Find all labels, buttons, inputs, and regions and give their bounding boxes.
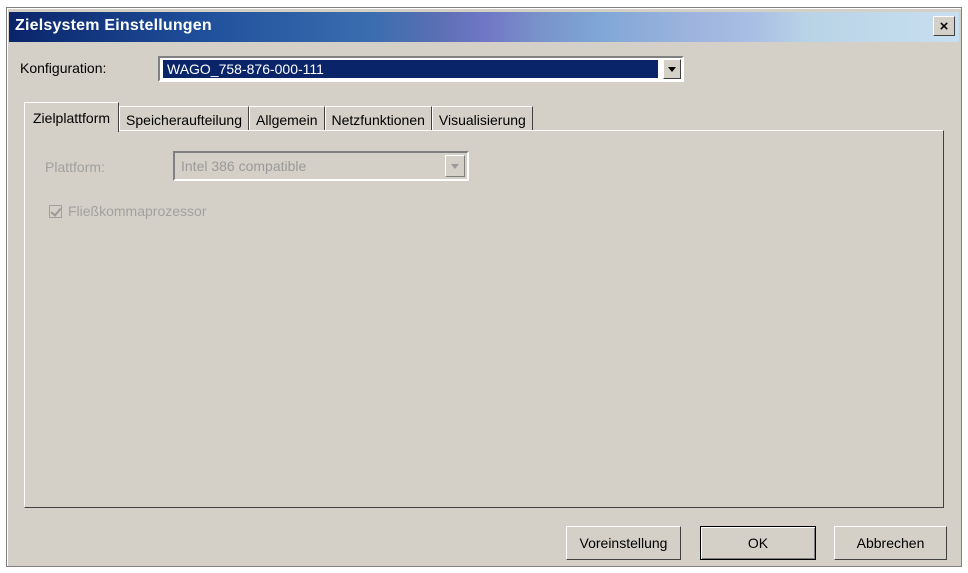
tab-visualisierung[interactable]: Visualisierung [431,106,533,132]
chevron-down-icon [668,66,676,72]
configuration-label: Konfiguration: [20,60,107,76]
platform-dropdown[interactable]: Intel 386 compatible [173,151,469,181]
fpu-checkbox[interactable] [49,204,62,218]
title-bar[interactable]: Zielsystem Einstellungen × [9,12,959,42]
tab-speicheraufteilung[interactable]: Speicheraufteilung [119,106,250,132]
fpu-checkbox-row[interactable]: Fließkommaprozessor [49,203,206,219]
tab-label: Speicheraufteilung [126,111,243,128]
tab-netzfunktionen[interactable]: Netzfunktionen [324,106,432,132]
fpu-label: Fließkommaprozessor [68,203,207,219]
tab-zielplattform[interactable]: Zielplattform [24,102,120,132]
preset-button[interactable]: Voreinstellung [566,526,681,560]
configuration-value: WAGO_758-876-000-111 [163,60,658,78]
platform-label: Plattform: [45,159,105,175]
window-title: Zielsystem Einstellungen [15,17,212,34]
tab-label: Allgemein [256,111,318,128]
configuration-dropdown[interactable]: WAGO_758-876-000-111 [158,56,684,82]
platform-value: Intel 386 compatible [181,158,307,174]
close-button[interactable]: × [933,16,955,36]
ok-button[interactable]: OK [700,526,816,560]
configuration-dropdown-button[interactable] [663,59,681,79]
tab-label: Visualisierung [438,111,526,128]
cancel-button[interactable]: Abbrechen [834,526,947,560]
tab-allgemein[interactable]: Allgemein [249,106,325,132]
tab-label: Zielplattform [33,109,111,126]
close-icon: × [939,17,949,35]
chevron-down-icon [451,163,459,169]
tab-label: Netzfunktionen [331,111,425,128]
tab-panel-zielplattform: Plattform: Intel 386 compatible Fließkom… [24,130,944,508]
tab-bar: Zielplattform Speicheraufteilung Allgeme… [24,102,533,132]
platform-dropdown-button[interactable] [445,155,465,177]
